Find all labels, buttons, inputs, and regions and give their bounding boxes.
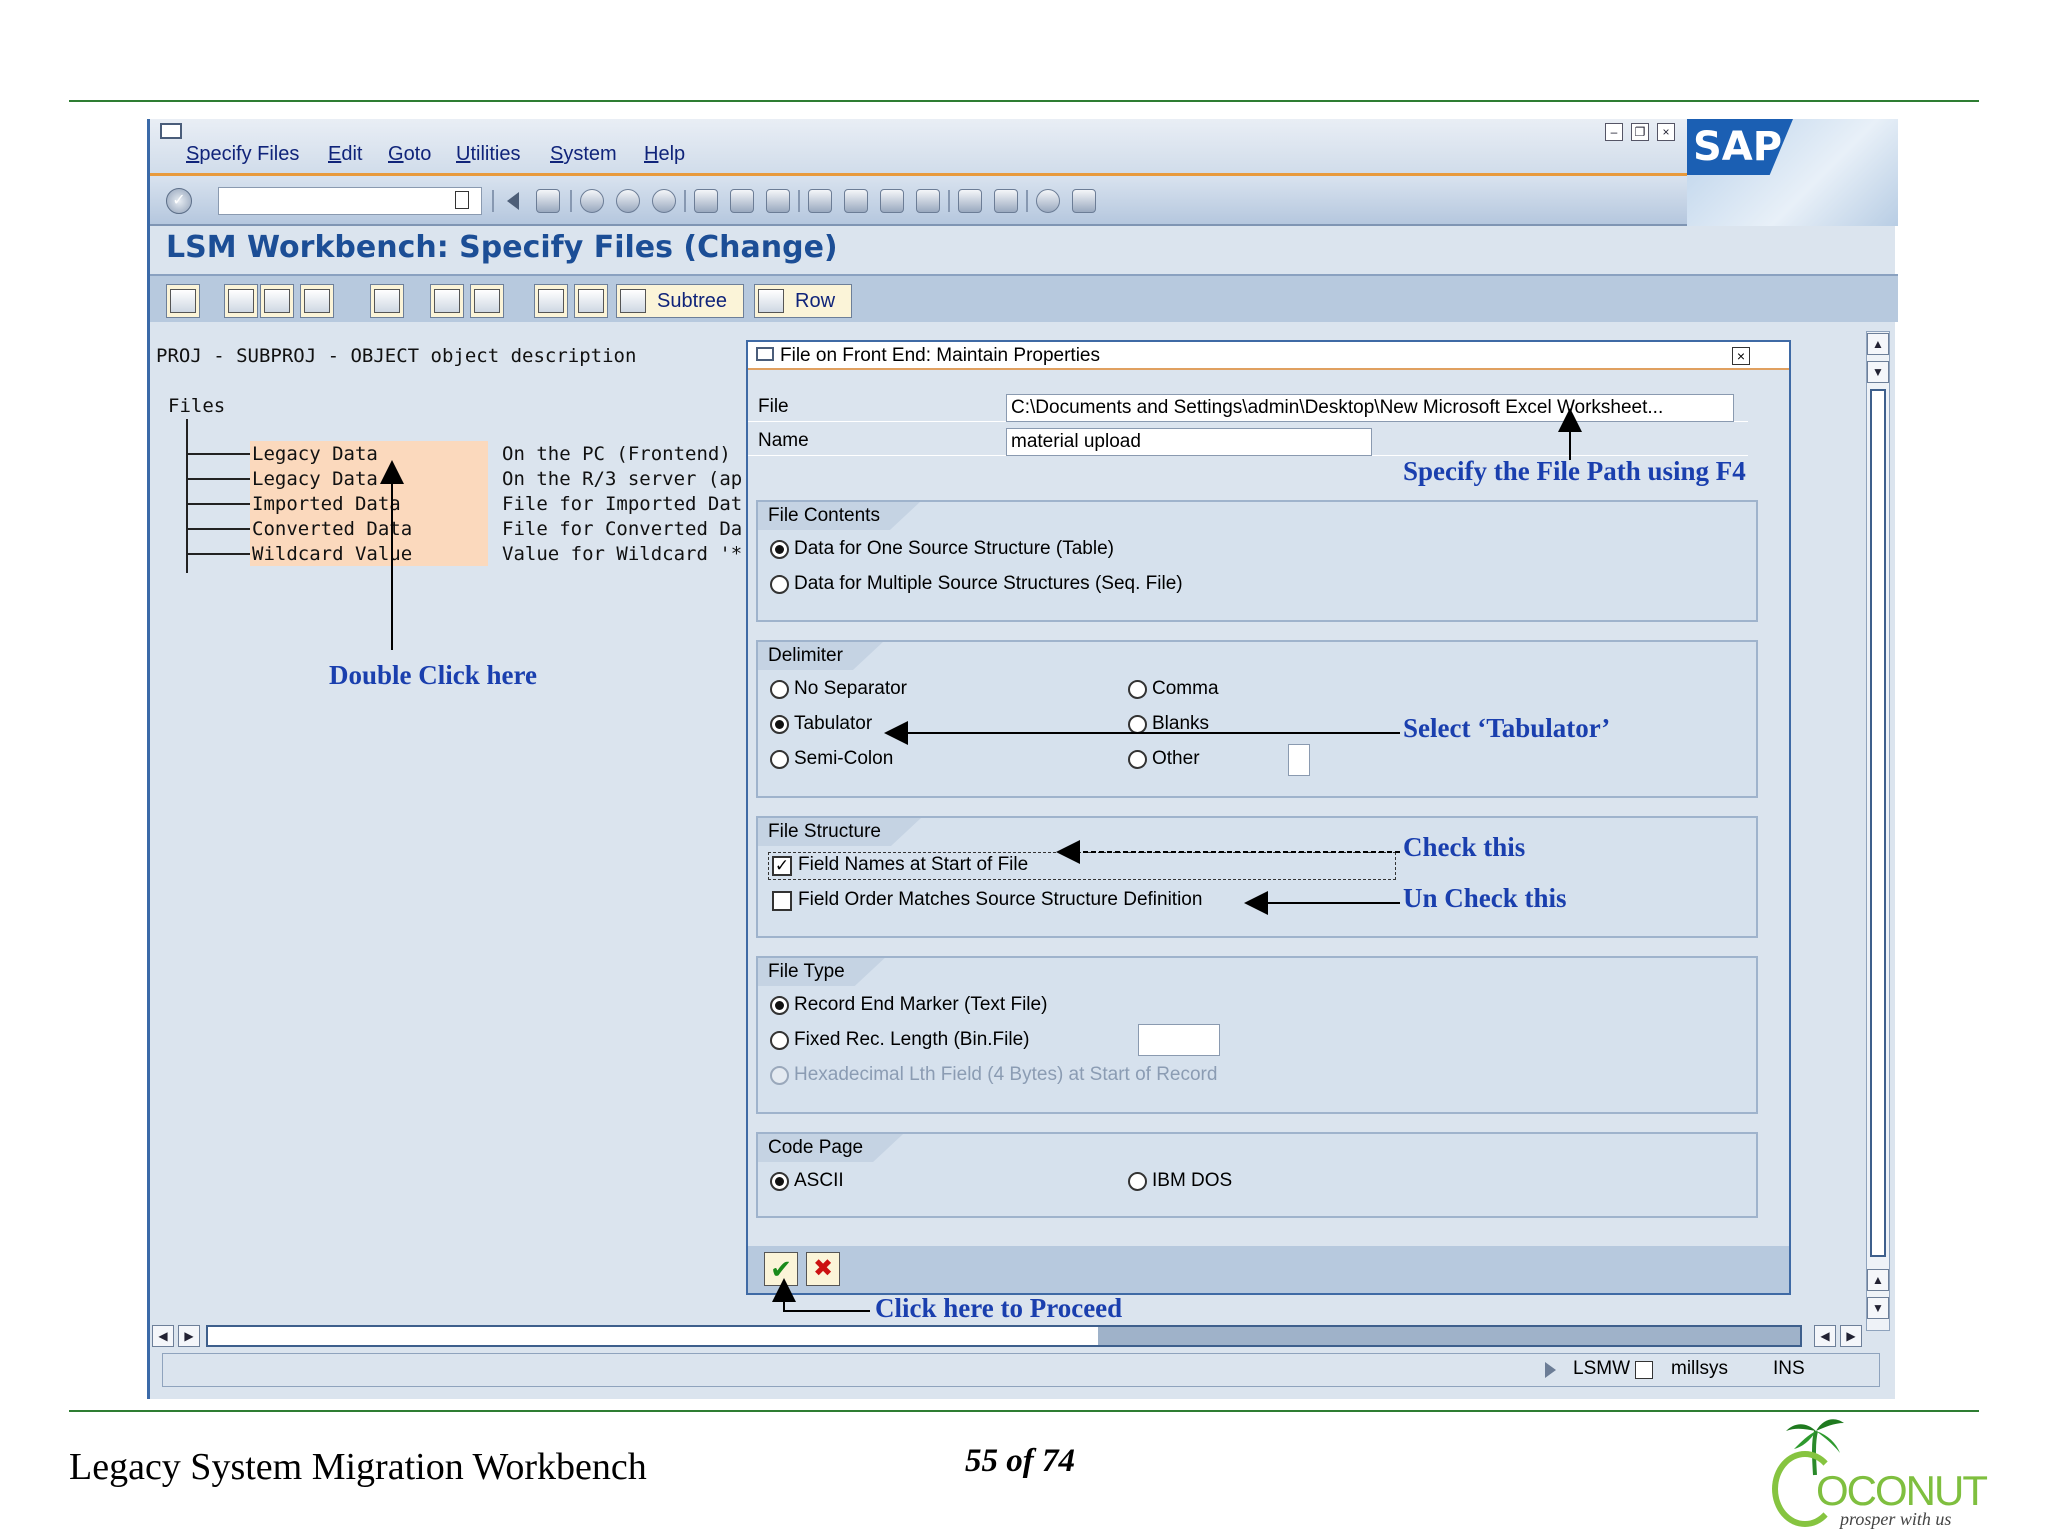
annotation-uncheck: Un Check this — [1403, 883, 1567, 913]
coconut-logo: OCONUT prosper with us — [1772, 1413, 1988, 1531]
annotation-proceed: Click here to Proceed — [875, 1293, 1123, 1323]
coconut-logo-text: OCONUT — [1816, 1467, 1988, 1514]
page-number: 55 of 74 — [965, 1443, 1075, 1479]
annotation-file-path: Specify the File Path using F4 — [1403, 456, 1746, 486]
coconut-tagline: prosper with us — [1840, 1509, 1952, 1529]
annotation-double-click: Double Click here — [329, 660, 537, 690]
footer-title: Legacy System Migration Workbench — [69, 1446, 647, 1488]
annotation-tabulator: Select ‘Tabulator’ — [1403, 713, 1611, 743]
annotation-check: Check this — [1403, 832, 1526, 862]
